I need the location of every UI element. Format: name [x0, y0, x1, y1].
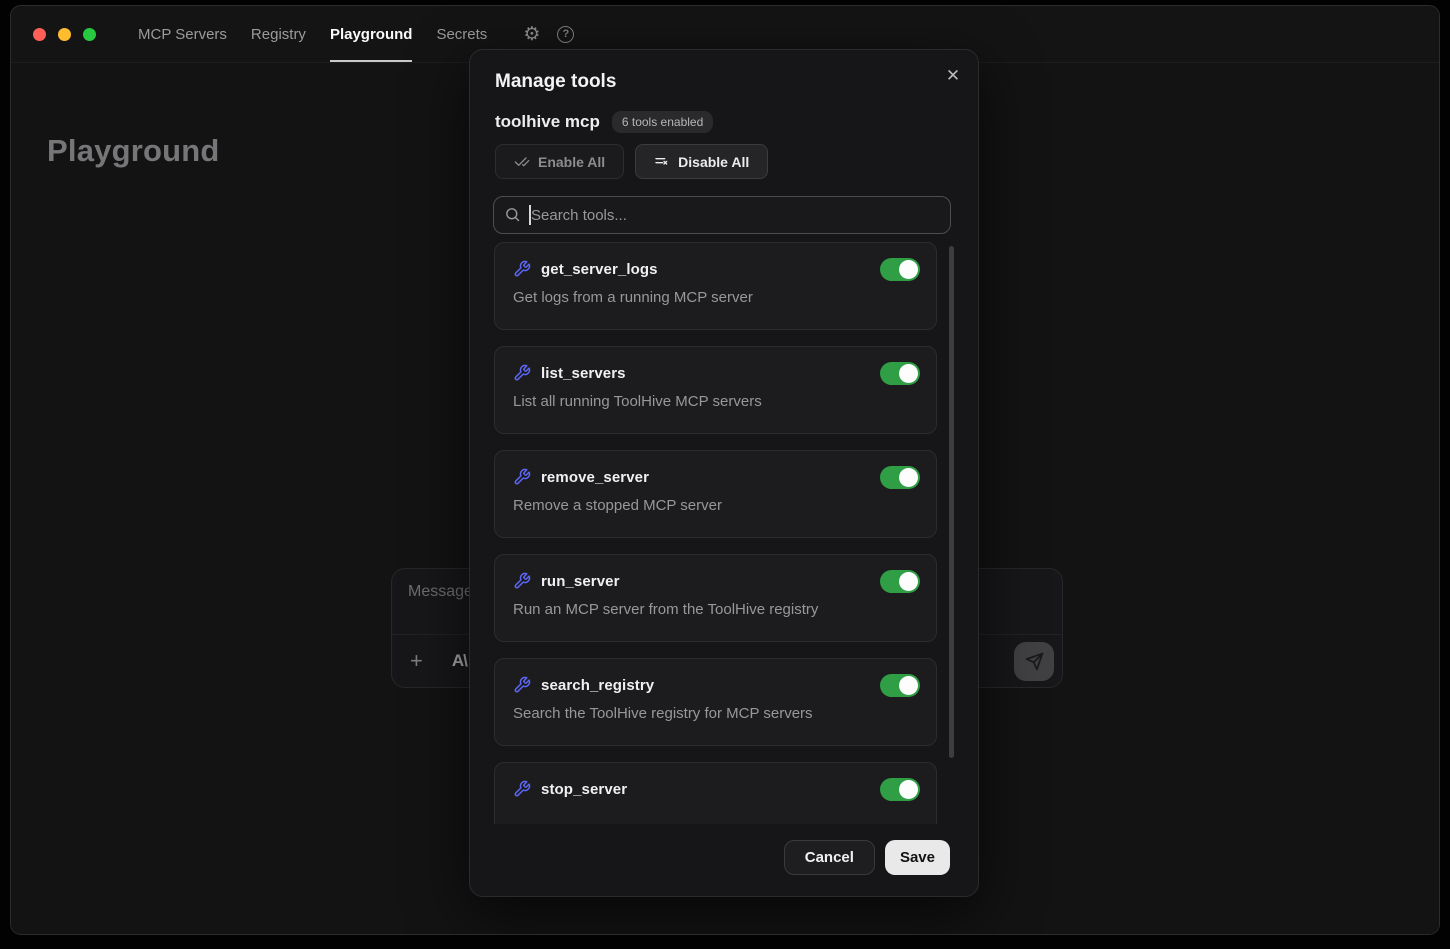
tool-description: List all running ToolHive MCP servers: [513, 393, 920, 410]
main-nav: MCP ServersRegistryPlaygroundSecrets: [138, 6, 487, 62]
zoom-window-icon[interactable]: [83, 28, 96, 41]
settings-gear-icon[interactable]: ⚙: [523, 25, 540, 44]
tool-description: Remove a stopped MCP server: [513, 497, 920, 514]
tool-name: search_registry: [541, 677, 654, 694]
manage-tools-modal: Manage tools ✕ toolhive mcp 6 tools enab…: [469, 49, 979, 897]
wrench-icon: [513, 364, 531, 382]
tool-item: get_server_logs Get logs from a running …: [494, 242, 937, 330]
anthropic-logo-icon[interactable]: A\: [452, 651, 467, 671]
tool-toggle-run_server[interactable]: [880, 570, 920, 593]
wrench-icon: [513, 468, 531, 486]
nav-tab-playground[interactable]: Playground: [330, 6, 413, 62]
enable-all-button[interactable]: Enable All: [495, 144, 624, 179]
tool-toggle-remove_server[interactable]: [880, 466, 920, 489]
tool-description: Run an MCP server from the ToolHive regi…: [513, 601, 920, 618]
tool-toggle-get_server_logs[interactable]: [880, 258, 920, 281]
nav-tab-registry[interactable]: Registry: [251, 6, 306, 62]
text-caret: [529, 205, 531, 225]
double-check-icon: [514, 154, 530, 170]
tool-name: get_server_logs: [541, 261, 658, 278]
modal-footer: Cancel Save: [784, 840, 950, 875]
bulk-actions: Enable All Disable All: [495, 144, 768, 179]
server-row: toolhive mcp 6 tools enabled: [495, 111, 713, 133]
tool-head: list_servers: [513, 360, 920, 386]
enable-all-label: Enable All: [538, 154, 605, 170]
tool-item: search_registry Search the ToolHive regi…: [494, 658, 937, 746]
disable-all-label: Disable All: [678, 154, 749, 170]
attach-plus-icon[interactable]: +: [410, 648, 423, 674]
tool-toggle-stop_server[interactable]: [880, 778, 920, 801]
tool-item: list_servers List all running ToolHive M…: [494, 346, 937, 434]
wrench-icon: [513, 676, 531, 694]
tool-description: Search the ToolHive registry for MCP ser…: [513, 705, 920, 722]
tool-item: stop_server: [494, 762, 937, 824]
scrollbar-thumb[interactable]: [949, 246, 954, 758]
search-input[interactable]: [493, 196, 951, 234]
tools-enabled-badge: 6 tools enabled: [612, 111, 713, 133]
tool-toggle-list_servers[interactable]: [880, 362, 920, 385]
modal-title: Manage tools: [495, 71, 616, 93]
tool-head: search_registry: [513, 672, 920, 698]
tool-item: run_server Run an MCP server from the To…: [494, 554, 937, 642]
search-icon: [504, 206, 521, 223]
tool-head: get_server_logs: [513, 256, 920, 282]
tool-name: run_server: [541, 573, 620, 590]
cancel-button[interactable]: Cancel: [784, 840, 875, 875]
tool-name: remove_server: [541, 469, 649, 486]
tool-head: remove_server: [513, 464, 920, 490]
send-paper-plane-icon: [1025, 652, 1044, 671]
tool-name: stop_server: [541, 781, 627, 798]
minimize-window-icon[interactable]: [58, 28, 71, 41]
tool-name: list_servers: [541, 365, 626, 382]
tool-head: run_server: [513, 568, 920, 594]
tool-head: stop_server: [513, 776, 920, 802]
close-icon[interactable]: ✕: [940, 63, 966, 89]
help-icon[interactable]: ?: [557, 26, 574, 43]
server-name: toolhive mcp: [495, 112, 600, 132]
tool-toggle-search_registry[interactable]: [880, 674, 920, 697]
page-title: Playground: [47, 133, 220, 169]
titlebar-icons: ⚙ ?: [523, 25, 574, 44]
send-button[interactable]: [1014, 642, 1054, 681]
search-wrap: [493, 196, 951, 234]
nav-tab-mcp-servers[interactable]: MCP Servers: [138, 6, 227, 62]
tool-item: remove_server Remove a stopped MCP serve…: [494, 450, 937, 538]
wrench-icon: [513, 780, 531, 798]
list-x-icon: [654, 154, 670, 170]
close-window-icon[interactable]: [33, 28, 46, 41]
app-window: MCP ServersRegistryPlaygroundSecrets ⚙ ?…: [10, 5, 1440, 935]
traffic-lights: [33, 28, 96, 41]
save-button[interactable]: Save: [885, 840, 950, 875]
wrench-icon: [513, 260, 531, 278]
tool-description: Get logs from a running MCP server: [513, 289, 920, 306]
tool-list: get_server_logs Get logs from a running …: [494, 242, 937, 824]
disable-all-button[interactable]: Disable All: [635, 144, 768, 179]
wrench-icon: [513, 572, 531, 590]
